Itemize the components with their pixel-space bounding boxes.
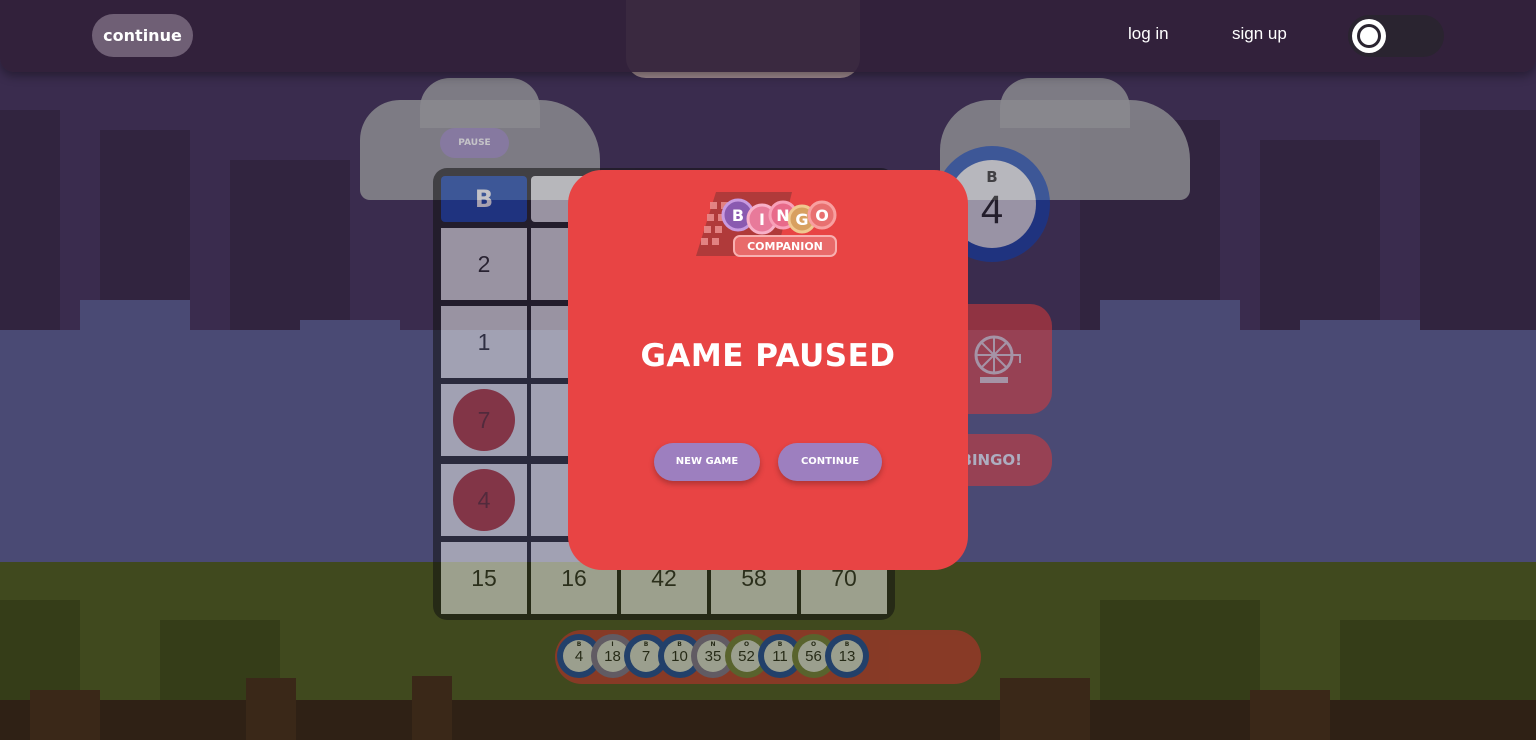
bingo-cage-icon [974,335,1021,383]
card-cell[interactable]: 1 [441,306,527,378]
logo-letter: B [732,206,744,225]
history-ball-face: B 13 [831,640,863,672]
sun-icon [1350,17,1388,55]
card-cell[interactable]: 2 [441,228,527,300]
logo-subtitle: COMPANION [747,240,823,253]
card-cell-daubed[interactable]: 4 [441,464,527,536]
history-ball-letter: O [743,641,750,648]
bingo-companion-logo: B I N G O COMPANION [694,184,842,262]
pause-modal: B I N G O COMPANION GAME PAUSED NEW GAME… [568,170,968,570]
card-cell-daubed[interactable]: 7 [441,384,527,456]
card-cell[interactable]: 15 [441,542,527,614]
dauber-mark: 7 [453,389,515,451]
history-ball-letter: B [777,641,783,648]
theme-toggle[interactable] [1348,15,1444,57]
history-ball-letter: B [643,641,649,648]
dauber-mark: 4 [453,469,515,531]
login-link[interactable]: log in [1128,24,1169,44]
column-header-b: B [441,176,527,222]
signup-link[interactable]: sign up [1232,24,1287,44]
pause-button[interactable]: PAUSE [440,128,509,158]
continue-game-button[interactable]: CONTINUE [778,443,882,481]
new-game-button[interactable]: NEW GAME [654,443,760,481]
logo-letter: N [776,206,789,225]
modal-title: GAME PAUSED [640,338,896,374]
continue-button[interactable]: continue [92,14,193,57]
history-ball-letter: B [677,641,682,648]
history-ball-number: 13 [838,648,856,665]
history-ball-letter: I [611,641,614,648]
logo-letter: O [815,206,829,225]
logo-letter: I [759,210,765,229]
top-navigation-bar: continue log in sign up [0,0,1536,72]
history-ball-letter: B [844,641,850,648]
logo-letter: G [795,210,808,229]
history-ball-letter: B [576,641,582,648]
history-ball-letter: N [710,641,716,648]
history-ball: B 13 [825,634,869,678]
history-ball-letter: O [810,641,817,648]
